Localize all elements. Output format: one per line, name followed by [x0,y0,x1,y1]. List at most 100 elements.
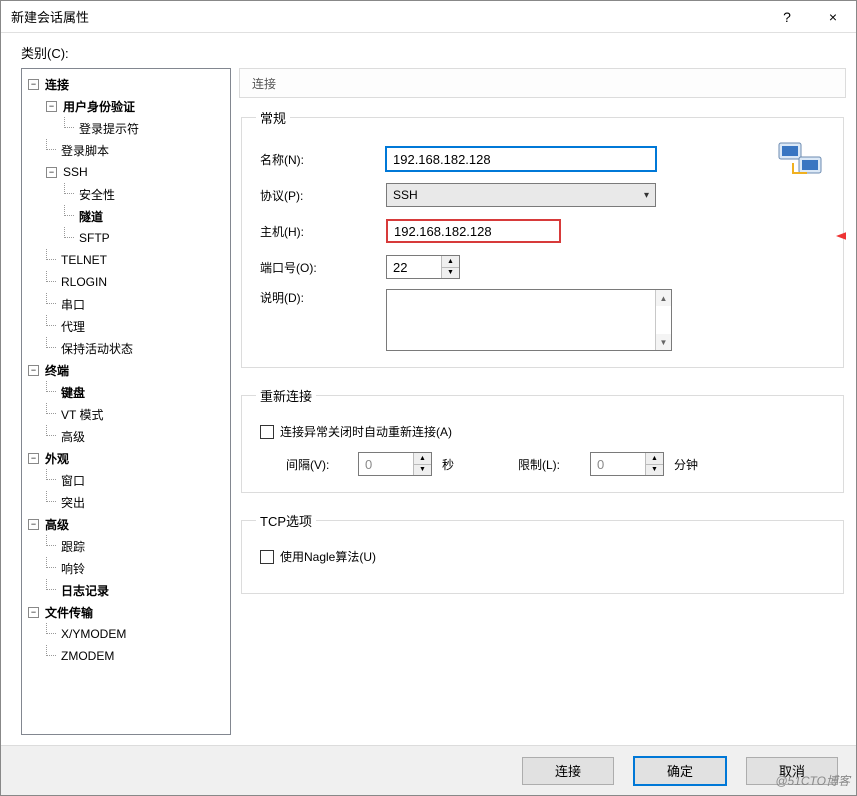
limit-spin-down[interactable]: ▼ [646,465,663,476]
category-tree[interactable]: −连接−用户身份验证登录提示符登录脚本−SSH安全性隧道SFTPTELNETRL… [21,68,231,735]
tree-toggle-icon[interactable]: − [28,519,39,530]
interval-label: 间隔(V): [286,456,348,473]
tree-branch-icon [46,403,56,414]
host-input[interactable] [386,219,561,243]
desc-label: 说明(D): [256,289,386,306]
connect-button[interactable]: 连接 [522,757,614,785]
tree-item[interactable]: 跟踪 [24,535,228,557]
scroll-down-icon[interactable]: ▼ [656,334,671,350]
tree-item-label: 响铃 [59,559,87,578]
close-button[interactable]: × [810,1,856,33]
tree-item-label: 登录脚本 [59,141,111,160]
tree-item-label: RLOGIN [59,274,109,290]
tree-item[interactable]: 登录提示符 [24,117,228,139]
desc-wrap: ▲ ▼ [386,289,672,351]
tree-branch-icon [46,491,56,502]
tree-branch-icon [46,425,56,436]
category-label: 类别(C): [1,33,856,68]
desc-textarea[interactable] [387,290,655,348]
help-button[interactable]: ? [764,1,810,33]
tree-item-label: 文件传输 [43,603,95,622]
tree-item[interactable]: −连接 [24,73,228,95]
port-input[interactable] [387,256,441,278]
tree-branch-icon [46,579,56,590]
tree-item[interactable]: −高级 [24,513,228,535]
tree-item[interactable]: 响铃 [24,557,228,579]
titlebar: 新建会话属性 ? × [1,1,856,33]
tree-item[interactable]: 代理 [24,315,228,337]
name-input[interactable] [386,147,656,171]
tree-item[interactable]: 保持活动状态 [24,337,228,359]
tree-toggle-icon[interactable]: − [28,79,39,90]
tree-toggle-icon[interactable]: − [28,607,39,618]
interval-spinner[interactable]: ▲ ▼ [358,452,432,476]
limit-input[interactable] [591,453,645,475]
limit-spinner[interactable]: ▲ ▼ [590,452,664,476]
tree-item[interactable]: 高级 [24,425,228,447]
tree-item[interactable]: −SSH [24,161,228,183]
nagle-label: 使用Nagle算法(U) [280,548,376,565]
port-spin-up[interactable]: ▲ [442,256,459,268]
tcp-legend: TCP选项 [256,511,316,530]
tree-item[interactable]: SFTP [24,227,228,249]
tree-item[interactable]: 串口 [24,293,228,315]
tree-item[interactable]: 窗口 [24,469,228,491]
tree-item[interactable]: −文件传输 [24,601,228,623]
tree-item-label: 日志记录 [59,581,111,600]
tree-item-label: TELNET [59,252,109,268]
dialog-footer: 连接 确定 取消 [1,745,856,795]
interval-spin-up[interactable]: ▲ [414,453,431,465]
port-spin-down[interactable]: ▼ [442,268,459,279]
tree-item[interactable]: RLOGIN [24,271,228,293]
tree-item-label: 用户身份验证 [61,97,137,116]
tree-item[interactable]: 键盘 [24,381,228,403]
tree-toggle-icon[interactable]: − [46,167,57,178]
tree-item-label: 跟踪 [59,537,87,556]
protocol-value: SSH [393,188,418,202]
desc-scrollbar[interactable]: ▲ ▼ [655,290,671,350]
tree-item-label: 键盘 [59,383,87,402]
reconnect-group: 重新连接 连接异常关闭时自动重新连接(A) 间隔(V): ▲ ▼ 秒 [241,386,844,493]
tree-item[interactable]: −终端 [24,359,228,381]
general-group: 常规 名称(N): 协议(P): SSH ▾ [241,108,844,368]
tree-item[interactable]: TELNET [24,249,228,271]
tree-branch-icon [46,557,56,568]
tree-item[interactable]: 登录脚本 [24,139,228,161]
tree-item[interactable]: ZMODEM [24,645,228,667]
interval-input[interactable] [359,453,413,475]
tree-toggle-icon[interactable]: − [28,365,39,376]
port-spinner[interactable]: ▲ ▼ [386,255,460,279]
tree-item-label: 高级 [59,427,87,446]
limit-spin-up[interactable]: ▲ [646,453,663,465]
tree-branch-icon [64,117,74,128]
tree-toggle-icon[interactable]: − [46,101,57,112]
tree-item[interactable]: −外观 [24,447,228,469]
tree-item[interactable]: 日志记录 [24,579,228,601]
tree-item-label: 突出 [59,493,87,512]
tree-branch-icon [46,293,56,304]
tree-item[interactable]: VT 模式 [24,403,228,425]
autoreconnect-checkbox[interactable] [260,425,274,439]
interval-spin-down[interactable]: ▼ [414,465,431,476]
reconnect-legend: 重新连接 [256,386,316,405]
ok-button[interactable]: 确定 [634,757,726,785]
tree-branch-icon [46,645,56,656]
scroll-up-icon[interactable]: ▲ [656,290,671,306]
tree-item-label: 窗口 [59,471,87,490]
tree-item-label: 登录提示符 [77,119,141,138]
nagle-checkbox[interactable] [260,550,274,564]
tree-item[interactable]: 隧道 [24,205,228,227]
tree-item[interactable]: 突出 [24,491,228,513]
general-legend: 常规 [256,108,290,127]
tree-branch-icon [64,183,74,194]
body-area: −连接−用户身份验证登录提示符登录脚本−SSH安全性隧道SFTPTELNETRL… [1,68,856,745]
tree-item[interactable]: −用户身份验证 [24,95,228,117]
watermark: @51CTO博客 [775,772,850,789]
limit-label: 限制(L): [518,456,580,473]
tree-branch-icon [46,139,56,150]
network-icon [777,141,825,181]
tree-item[interactable]: X/YMODEM [24,623,228,645]
tree-toggle-icon[interactable]: − [28,453,39,464]
tree-item[interactable]: 安全性 [24,183,228,205]
protocol-select[interactable]: SSH ▾ [386,183,656,207]
